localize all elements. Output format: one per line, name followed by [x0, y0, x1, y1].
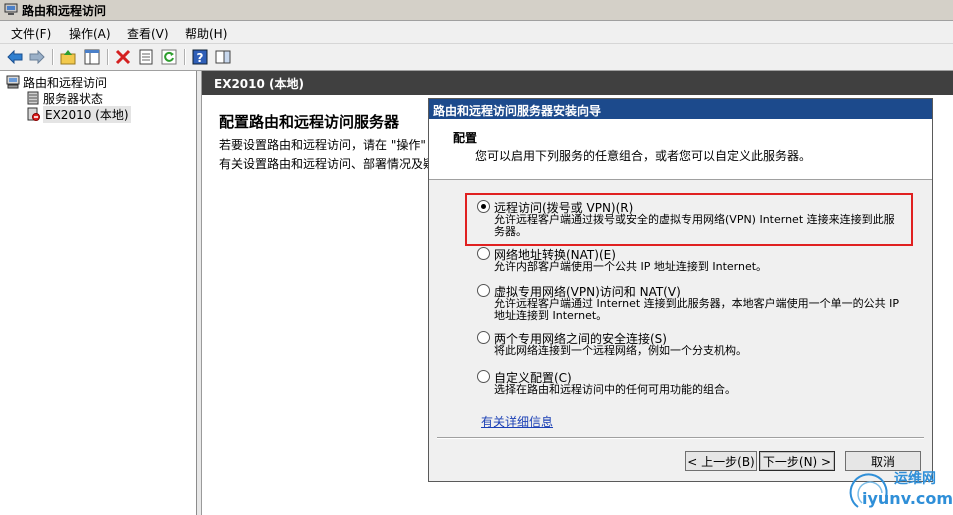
- menu-file[interactable]: 文件(F): [11, 25, 51, 42]
- forward-arrow-icon[interactable]: [28, 48, 46, 66]
- toolbar-separator: [52, 49, 54, 65]
- setup-wizard-dialog: 路由和远程访问服务器安装向导 配置 您可以启用下列服务的任意组合，或者您可以自定…: [428, 98, 933, 482]
- radio-custom[interactable]: [477, 370, 490, 383]
- details-text-line: 若要设置路由和远程访问，请在 "操作": [219, 138, 426, 152]
- toolbar-separator: [184, 49, 186, 65]
- next-button[interactable]: 下一步(N) >: [759, 451, 835, 471]
- toolbar-separator: [107, 49, 109, 65]
- back-button[interactable]: < 上一步(B): [685, 451, 757, 471]
- show-hide-tree-icon[interactable]: [83, 48, 101, 66]
- menu-view[interactable]: 查看(V): [127, 25, 169, 42]
- tree-item-label: 路由和远程访问: [23, 75, 108, 90]
- radio-remote-access[interactable]: [477, 200, 490, 213]
- back-arrow-icon[interactable]: [6, 48, 24, 66]
- option-description: 允许远程客户端通过 Internet 连接到此服务器，本地客户端使用一个单一的公…: [494, 297, 900, 322]
- details-title: 配置路由和远程访问服务器: [219, 113, 400, 131]
- properties-icon[interactable]: [137, 48, 155, 66]
- server-stopped-icon: [27, 107, 40, 121]
- details-text-line: 有关设置路由和远程访问、部署情况及疑: [219, 157, 436, 171]
- toolbar: ?: [0, 44, 953, 71]
- tree-item-label: EX2010 (本地): [43, 105, 131, 123]
- refresh-icon[interactable]: [160, 48, 178, 66]
- details-header-label: EX2010 (本地): [214, 77, 304, 91]
- more-info-link[interactable]: 有关详细信息: [481, 413, 553, 430]
- action-pane-icon[interactable]: [214, 48, 232, 66]
- window-titlebar: 路由和远程访问: [0, 0, 953, 21]
- radio-secure-connection[interactable]: [477, 331, 490, 344]
- option-description: 将此网络连接到一个远程网络，例如一个分支机构。: [494, 344, 747, 357]
- wizard-title: 路由和远程访问服务器安装向导: [433, 104, 602, 118]
- watermark-brand: 运维网: [894, 471, 936, 487]
- menu-bar: 文件(F) 操作(A) 查看(V) 帮助(H): [0, 21, 953, 44]
- help-icon[interactable]: ?: [191, 48, 209, 66]
- option-description: 允许远程客户端通过拨号或安全的虚拟专用网络(VPN) Internet 连接来连…: [494, 213, 895, 238]
- option-description: 允许内部客户端使用一个公共 IP 地址连接到 Internet。: [494, 260, 768, 273]
- tree-item-label: 服务器状态: [43, 91, 104, 106]
- menu-action[interactable]: 操作(A): [69, 25, 111, 42]
- wizard-titlebar[interactable]: 路由和远程访问服务器安装向导: [429, 99, 932, 119]
- console-tree: 路由和远程访问 服务器状态 EX2010 (本地): [0, 71, 197, 515]
- up-folder-icon[interactable]: [59, 48, 77, 66]
- wizard-heading: 配置: [453, 131, 478, 145]
- wizard-divider: [437, 437, 924, 439]
- option-description: 选择在路由和远程访问中的任何可用功能的组合。: [494, 383, 736, 396]
- server-app-icon: [4, 3, 18, 15]
- delete-icon[interactable]: [114, 48, 132, 66]
- menu-help[interactable]: 帮助(H): [185, 25, 227, 42]
- wizard-header: 配置 您可以启用下列服务的任意组合，或者您可以自定义此服务器。: [429, 119, 932, 180]
- computer-icon: [6, 75, 20, 89]
- details-header: EX2010 (本地): [202, 71, 953, 95]
- radio-vpn-nat[interactable]: [477, 284, 490, 297]
- server-status-icon: [27, 91, 39, 105]
- svg-text:?: ?: [197, 51, 204, 65]
- tree-item-server-status[interactable]: 服务器状态: [26, 90, 103, 106]
- tree-item-ex2010[interactable]: EX2010 (本地): [26, 105, 131, 123]
- radio-nat[interactable]: [477, 247, 490, 260]
- watermark: 运维网 iyunv.com: [846, 465, 953, 515]
- tree-item-root[interactable]: 路由和远程访问: [6, 74, 107, 90]
- wizard-subheading: 您可以启用下列服务的任意组合，或者您可以自定义此服务器。: [475, 149, 812, 163]
- window-title: 路由和远程访问: [22, 4, 107, 18]
- watermark-domain: iyunv.com: [862, 489, 953, 508]
